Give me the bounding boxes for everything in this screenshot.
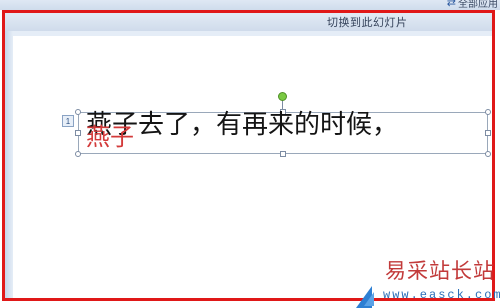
resize-handle-top-right[interactable]	[485, 109, 491, 115]
slide-pane-border	[5, 31, 13, 298]
resize-handle-top-left[interactable]	[75, 109, 81, 115]
resize-handle-right[interactable]	[485, 130, 491, 136]
apply-all-label: 全部应用	[458, 0, 498, 10]
resize-handle-bottom[interactable]	[280, 151, 286, 157]
resize-handle-left[interactable]	[75, 130, 81, 136]
slide-overlay-text[interactable]: 燕子	[86, 122, 134, 152]
watermark-arrow-inner-icon	[364, 292, 374, 306]
watermark-url: www.easck.com	[383, 288, 500, 302]
watermark-title: 易采站长站	[385, 259, 495, 283]
ribbon-strip: ⇄ 全部应用	[0, 0, 500, 10]
apply-all-button[interactable]: ⇄ 全部应用	[446, 0, 500, 10]
switch-to-slide-label: 切换到此幻灯片	[327, 16, 408, 29]
animation-order-tag[interactable]: 1	[62, 115, 74, 127]
slide-header-bar[interactable]: 切换到此幻灯片	[5, 13, 492, 32]
resize-handle-bottom-right[interactable]	[485, 151, 491, 157]
rotate-handle[interactable]	[278, 92, 287, 101]
apply-all-icon: ⇄	[446, 0, 456, 9]
resize-handle-bottom-left[interactable]	[75, 151, 81, 157]
